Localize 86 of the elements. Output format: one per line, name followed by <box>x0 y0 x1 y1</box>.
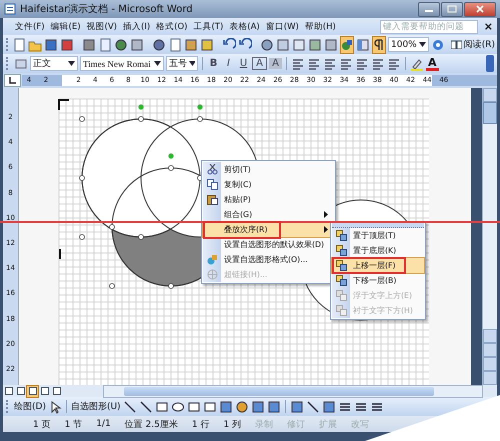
layers-icon <box>336 245 346 256</box>
caret-icon <box>418 42 426 47</box>
close-button[interactable] <box>464 2 496 16</box>
layers-icon <box>336 230 346 241</box>
tear-off-grip[interactable] <box>332 223 424 228</box>
ellipse-icon[interactable] <box>170 400 185 414</box>
tab-selector-button[interactable] <box>4 74 21 87</box>
maximize-icon <box>447 5 457 13</box>
underline-button[interactable]: U <box>237 58 250 69</box>
maximize-button[interactable] <box>441 2 463 16</box>
status-field: 1 节 <box>64 418 82 430</box>
zoom-dropdown[interactable]: 100% <box>388 37 429 52</box>
document-icon[interactable] <box>12 38 26 52</box>
vertical-scrollbar[interactable] <box>482 88 497 385</box>
rotation-handle[interactable] <box>168 153 174 159</box>
autoshapes-menu-button[interactable]: 自选图形(U) <box>70 400 121 413</box>
menu-item[interactable]: 窗口(W) <box>266 20 299 32</box>
caret-icon <box>154 61 161 66</box>
redo-icon[interactable] <box>238 38 252 52</box>
shapes-icon <box>341 38 353 50</box>
view-button[interactable] <box>51 386 62 396</box>
crop-mark <box>59 249 61 259</box>
character-shading-button[interactable]: A <box>269 58 282 69</box>
menu-item[interactable]: 帮助(H) <box>304 20 336 32</box>
close-document-button[interactable]: × <box>484 20 493 33</box>
highlighter-icon[interactable] <box>410 56 424 70</box>
caret-icon <box>68 61 75 66</box>
crop-mark <box>58 99 69 110</box>
paragraph-mark-icon <box>373 38 385 50</box>
menu-item[interactable]: 文件(F) <box>15 20 45 32</box>
document-icon <box>4 3 16 15</box>
view-button[interactable] <box>39 386 50 396</box>
status-field: 录制 <box>255 418 274 430</box>
font-size-dropdown[interactable]: 五号 <box>166 56 198 71</box>
menu-item[interactable]: 表格(A) <box>229 20 260 32</box>
window-title: Haifeistar演示文档 - Microsoft Word <box>20 2 193 16</box>
draw-menu-button[interactable]: 绘图(D) <box>14 400 46 413</box>
italic-button[interactable]: I <box>222 58 235 69</box>
menu-item[interactable]: 插入(I) <box>123 20 150 32</box>
minimize-button[interactable] <box>418 2 440 16</box>
status-field: 1/1 <box>96 419 111 429</box>
shape-format-icon <box>206 254 218 265</box>
rectangle-icon[interactable] <box>154 400 169 414</box>
view-button[interactable] <box>3 386 14 396</box>
tab-stop-icon <box>9 77 16 84</box>
drawing-toggle-button[interactable] <box>340 36 354 54</box>
menu-item[interactable]: 工具(T) <box>193 20 224 32</box>
clipboard-icon <box>206 194 218 205</box>
layers-icon <box>336 260 346 271</box>
toolbar-options-button[interactable] <box>486 55 494 72</box>
bold-button[interactable]: B <box>207 58 220 69</box>
book-icon <box>450 40 462 49</box>
undo-icon[interactable] <box>222 38 236 52</box>
status-field: 1 列 <box>223 418 242 430</box>
horizontal-scrollbar[interactable] <box>103 384 483 398</box>
status-field: 修订 <box>287 418 306 430</box>
menu-item[interactable]: 格式(O) <box>156 20 188 32</box>
rotation-handle[interactable] <box>197 104 203 110</box>
help-search-field[interactable]: 键入需要帮助的问题 <box>380 20 478 34</box>
view-button[interactable] <box>15 386 26 396</box>
align-left-icon[interactable] <box>291 56 305 70</box>
layers-icon <box>336 275 346 286</box>
globe-icon <box>206 269 218 280</box>
caret-icon <box>189 61 195 66</box>
status-field: 扩展 <box>319 418 338 430</box>
text-box-icon[interactable] <box>186 400 201 414</box>
view-button[interactable] <box>27 386 38 396</box>
rotation-handle[interactable] <box>138 104 144 110</box>
status-field: 1 行 <box>192 418 210 430</box>
selection-handles-drawing[interactable] <box>79 116 203 289</box>
read-button[interactable]: 阅读(R) <box>450 38 496 51</box>
show-marks-toggle-button[interactable] <box>372 36 386 54</box>
status-field: 1 页 <box>33 418 51 430</box>
help-icon[interactable] <box>430 38 445 52</box>
font-dropdown[interactable]: Times New Romai <box>80 56 164 71</box>
close-icon <box>475 5 485 13</box>
layers-icon <box>336 305 346 316</box>
line-icon[interactable] <box>122 400 137 414</box>
style-dropdown[interactable]: 正文 <box>30 56 78 71</box>
menu-item[interactable]: 编辑(E) <box>50 20 81 32</box>
character-border-button[interactable]: A <box>252 57 267 70</box>
document-map-icon[interactable] <box>356 38 370 52</box>
menu-item[interactable]: 视图(V) <box>86 20 117 32</box>
status-field: 位置 2.5厘米 <box>124 418 178 430</box>
status-field: 改写 <box>351 418 370 430</box>
layers-icon <box>336 290 346 301</box>
